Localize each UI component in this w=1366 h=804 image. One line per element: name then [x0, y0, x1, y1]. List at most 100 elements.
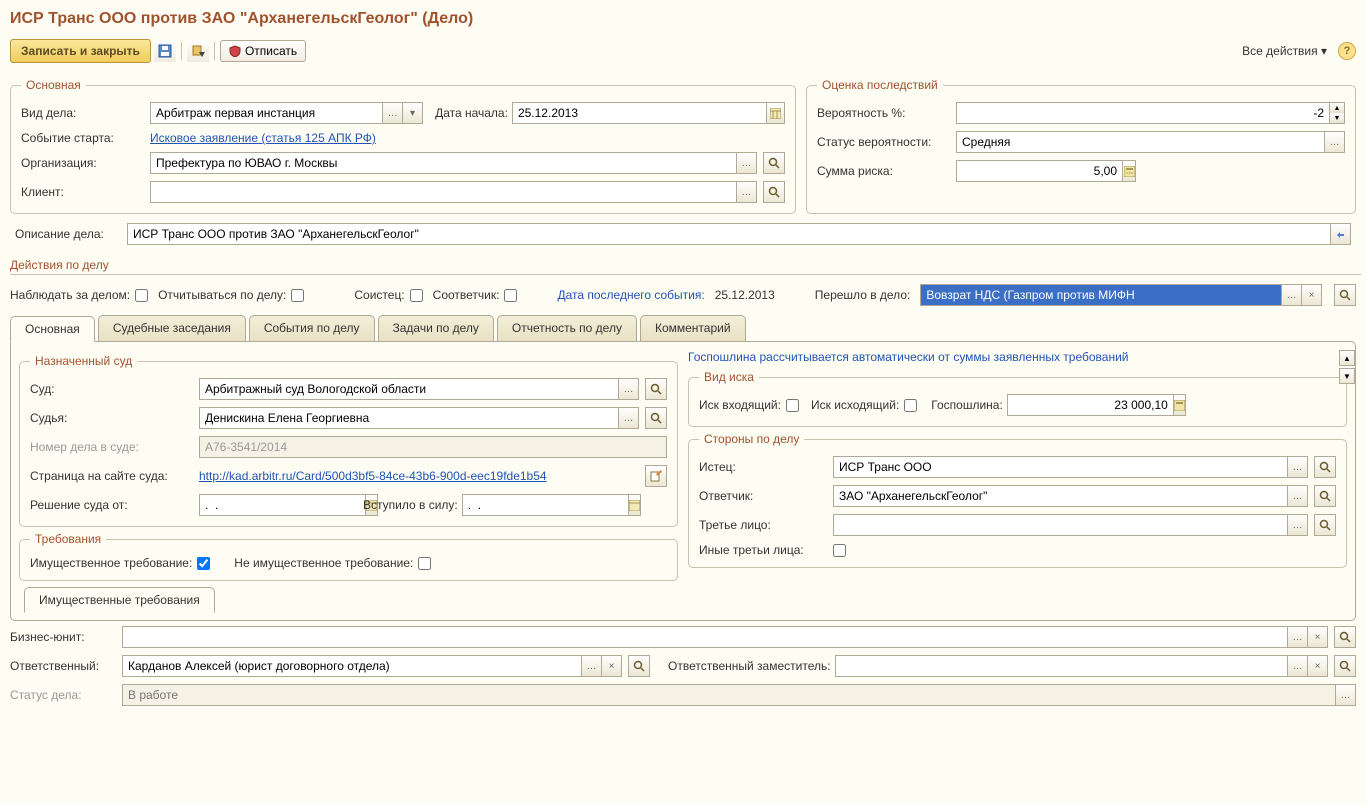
magnify-button[interactable] [1314, 456, 1336, 478]
nonproperty-claim-checkbox[interactable] [418, 557, 431, 570]
ellipsis-button[interactable]: … [737, 181, 757, 203]
magnify-button[interactable] [645, 407, 667, 429]
clear-button[interactable]: × [1302, 284, 1322, 306]
court-page-link[interactable]: http://kad.arbitr.ru/Card/500d3bf5-84ce-… [199, 469, 637, 483]
clear-button[interactable]: × [1308, 655, 1328, 677]
plaintiff-input[interactable] [833, 456, 1288, 478]
ellipsis-button[interactable]: … [1288, 514, 1308, 536]
tab-main[interactable]: Основная [10, 316, 95, 342]
label-went-to: Перешло в дело: [815, 288, 911, 302]
prob-status-input[interactable] [956, 131, 1325, 153]
ellipsis-button[interactable]: … [1288, 626, 1308, 648]
tab-comment[interactable]: Комментарий [640, 315, 746, 341]
client-input[interactable] [150, 181, 737, 203]
report-checkbox[interactable] [291, 289, 304, 302]
clear-button[interactable]: × [602, 655, 622, 677]
toolbar: Записать и закрыть Отписать Все действия… [5, 36, 1361, 66]
prob-input[interactable] [956, 102, 1330, 124]
ellipsis-button[interactable]: … [383, 102, 403, 124]
label-court: Суд: [30, 382, 195, 396]
sub-tab-property[interactable]: Имущественные требования [24, 587, 215, 613]
org-input[interactable] [150, 152, 737, 174]
defendant-input[interactable] [833, 485, 1288, 507]
coplaintiff-checkbox[interactable] [410, 289, 423, 302]
ellipsis-button[interactable]: … [1325, 131, 1345, 153]
watch-checkbox[interactable] [135, 289, 148, 302]
codefendant-checkbox[interactable] [504, 289, 517, 302]
ellipsis-button[interactable]: … [619, 407, 639, 429]
clear-button[interactable]: × [1308, 626, 1328, 648]
spin-down[interactable]: ▼ [1330, 113, 1344, 123]
tab-tasks[interactable]: Задачи по делу [378, 315, 494, 341]
calendar-icon[interactable] [629, 494, 641, 516]
responsible-input[interactable] [122, 655, 582, 677]
magnify-button[interactable] [763, 152, 785, 174]
ellipsis-button[interactable]: … [737, 152, 757, 174]
fieldset-suit-type: Вид иска Иск входящий: Иск исходящий: Го… [688, 370, 1347, 427]
ellipsis-button[interactable]: … [1336, 684, 1356, 706]
label-risk-amount: Сумма риска: [817, 164, 952, 178]
save-close-button[interactable]: Записать и закрыть [10, 39, 151, 63]
ellipsis-button[interactable]: … [582, 655, 602, 677]
magnify-button[interactable] [628, 655, 650, 677]
legend-suit-type: Вид иска [699, 370, 759, 384]
actions-title: Действия по делу [10, 258, 1361, 275]
start-event-link[interactable]: Исковое заявление (статья 125 АПК РФ) [150, 131, 376, 145]
duty-input[interactable] [1007, 394, 1174, 416]
help-icon[interactable]: ? [1338, 42, 1356, 60]
risk-amount-input[interactable] [956, 160, 1123, 182]
dropdown-icon-button[interactable] [187, 40, 209, 62]
court-input[interactable] [199, 378, 619, 400]
ellipsis-button[interactable]: … [1288, 485, 1308, 507]
edit-icon[interactable] [645, 465, 667, 487]
property-claim-checkbox[interactable] [197, 557, 210, 570]
label-desc: Описание дела: [15, 227, 123, 241]
outgoing-checkbox[interactable] [904, 399, 917, 412]
dropdown-button[interactable]: ▾ [403, 102, 423, 124]
ellipsis-button[interactable]: … [1282, 284, 1302, 306]
desc-input[interactable] [127, 223, 1331, 245]
tab-hearings[interactable]: Судебные заседания [98, 315, 246, 341]
label-court-page: Страница на сайте суда: [30, 469, 195, 483]
magnify-button[interactable] [1334, 626, 1356, 648]
decision-date-input[interactable] [199, 494, 366, 516]
tab-events[interactable]: События по делу [249, 315, 375, 341]
magnify-button[interactable] [1334, 655, 1356, 677]
save-icon-button[interactable] [154, 40, 176, 62]
magnify-button[interactable] [1314, 485, 1336, 507]
scroll-down[interactable]: ▼ [1339, 368, 1355, 384]
separator [181, 42, 182, 60]
magnify-button[interactable] [763, 181, 785, 203]
start-date-input[interactable] [512, 102, 767, 124]
scroll-up[interactable]: ▲ [1339, 350, 1355, 366]
magnify-button[interactable] [1314, 514, 1336, 536]
spin-up[interactable]: ▲ [1330, 103, 1344, 113]
shield-icon [229, 45, 241, 57]
other-third-checkbox[interactable] [833, 544, 846, 557]
effective-date-input[interactable] [462, 494, 629, 516]
calc-icon[interactable] [1174, 394, 1186, 416]
third-input[interactable] [833, 514, 1288, 536]
calc-icon[interactable] [1123, 160, 1136, 182]
judge-input[interactable] [199, 407, 619, 429]
ellipsis-button[interactable]: … [619, 378, 639, 400]
magnify-button[interactable] [645, 378, 667, 400]
case-type-input[interactable] [150, 102, 383, 124]
unit-input[interactable] [122, 626, 1288, 648]
last-event-date: 25.12.2013 [715, 288, 775, 302]
deputy-input[interactable] [835, 655, 1288, 677]
label-defendant: Ответчик: [699, 489, 829, 503]
ellipsis-button[interactable]: … [1288, 655, 1308, 677]
went-to-case-input[interactable] [920, 284, 1282, 306]
fieldset-parties: Стороны по делу Истец: … Ответчик: … Тре… [688, 432, 1347, 568]
duty-hint: Госпошлина рассчитывается автоматически … [688, 350, 1347, 364]
tab-reporting[interactable]: Отчетность по делу [497, 315, 637, 341]
spinner[interactable]: ▲▼ [1330, 102, 1345, 124]
incoming-checkbox[interactable] [786, 399, 799, 412]
calendar-icon[interactable] [767, 102, 785, 124]
all-actions-button[interactable]: Все действия ▾ [1242, 44, 1327, 58]
unsubscribe-button[interactable]: Отписать [220, 40, 306, 62]
ellipsis-button[interactable]: … [1288, 456, 1308, 478]
expand-icon[interactable] [1331, 223, 1351, 245]
magnify-button[interactable] [1334, 284, 1356, 306]
